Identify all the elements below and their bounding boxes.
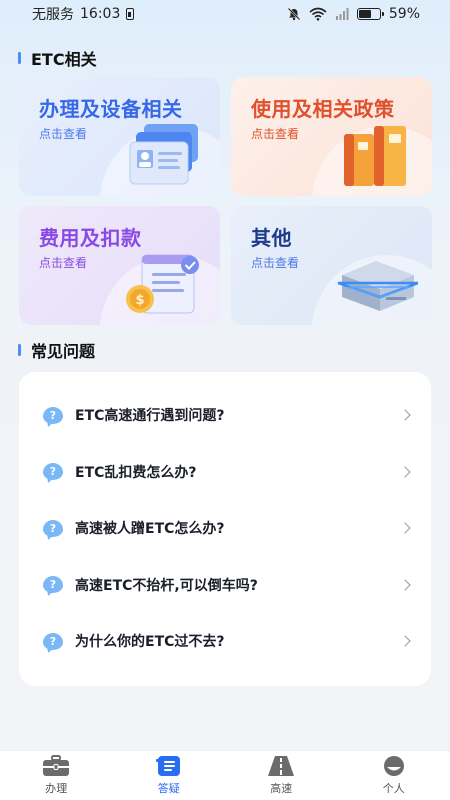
question-bubble-icon: ? — [43, 519, 63, 537]
chevron-right-icon — [399, 409, 411, 421]
battery-fill — [358, 10, 371, 18]
section-title-etc: ETC相关 — [18, 46, 97, 70]
clock-text: 16:03 — [80, 6, 121, 22]
card-title: 使用及相关政策 — [251, 97, 395, 121]
doc-list-icon — [155, 756, 180, 776]
briefcase-icon — [43, 755, 70, 776]
svg-text:$: $ — [135, 293, 144, 308]
card-usage-policies[interactable]: 使用及相关政策 点击查看 — [231, 77, 432, 196]
tab-qa[interactable]: 答疑 — [113, 751, 226, 800]
question-bubble-icon: ? — [43, 576, 63, 594]
question-bubble-icon: ? — [43, 632, 63, 650]
status-bar: 无服务 16:03 59% — [0, 0, 450, 28]
wifi-icon — [309, 7, 327, 21]
question-bubble-icon: ? — [43, 463, 63, 481]
section-bar — [18, 344, 21, 356]
status-left: 无服务 16:03 — [32, 4, 135, 24]
tab-profile[interactable]: 个人 — [338, 751, 450, 800]
device-box-icon — [337, 261, 418, 311]
mute-bell-icon — [287, 7, 301, 21]
faq-item[interactable]: ? ETC乱扣费怎么办? — [19, 444, 431, 501]
faq-item[interactable]: ? 高速被人蹭ETC怎么办? — [19, 500, 431, 557]
question-bubble-icon: ? — [43, 406, 63, 424]
card-title: 其他 — [251, 226, 292, 250]
faq-text: 高速被人蹭ETC怎么办? — [75, 521, 225, 538]
card-handling-devices[interactable]: 办理及设备相关 点击查看 — [19, 77, 220, 196]
tab-handle[interactable]: 办理 — [0, 751, 113, 800]
bill-coin-icon: $ — [126, 254, 199, 314]
folders-icon — [344, 126, 406, 186]
chevron-right-icon — [399, 466, 411, 478]
card-title: 费用及扣款 — [39, 226, 142, 250]
section-title-text: ETC相关 — [31, 50, 97, 69]
chevron-right-icon — [399, 522, 411, 534]
faq-text: 高速ETC不抬杆,可以倒车吗? — [75, 577, 258, 594]
card-fees-deductions[interactable]: 费用及扣款 点击查看 $ — [19, 206, 220, 325]
tab-label: 高速 — [270, 782, 293, 795]
faq-item[interactable]: ? 高速ETC不抬杆,可以倒车吗? — [19, 557, 431, 614]
faq-text: ETC高速通行遇到问题? — [75, 408, 225, 425]
faq-text: ETC乱扣费怎么办? — [75, 464, 197, 481]
chevron-right-icon — [399, 635, 411, 647]
id-card-icon — [129, 124, 198, 185]
signal-icon — [335, 8, 349, 20]
card-other[interactable]: 其他 点击查看 — [231, 206, 432, 325]
profile-icon — [383, 756, 404, 776]
sim-icon — [126, 8, 135, 20]
faq-item[interactable]: ? ETC高速通行遇到问题? — [19, 387, 431, 444]
bottom-tab-bar: 办理 答疑 高速 个人 — [0, 750, 450, 800]
battery-text: 59% — [388, 6, 420, 22]
tab-label: 个人 — [382, 782, 405, 795]
tab-highway[interactable]: 高速 — [225, 751, 338, 800]
status-right: 59% — [287, 6, 420, 22]
section-title-text: 常见问题 — [31, 342, 96, 361]
chevron-right-icon — [399, 579, 411, 591]
tab-label: 办理 — [45, 782, 68, 795]
card-title: 办理及设备相关 — [39, 97, 183, 121]
battery-icon — [356, 8, 384, 20]
faq-text: 为什么你的ETC过不去? — [75, 634, 225, 651]
section-bar — [18, 52, 21, 64]
section-title-faq: 常见问题 — [18, 338, 95, 362]
faq-item[interactable]: ? 为什么你的ETC过不去? — [19, 613, 431, 670]
tab-label: 答疑 — [157, 782, 180, 795]
highway-icon — [268, 756, 295, 776]
faq-list: ? ETC高速通行遇到问题? ? ETC乱扣费怎么办? ? 高速被人蹭ETC怎么… — [19, 372, 431, 686]
carrier-text: 无服务 — [32, 7, 74, 23]
